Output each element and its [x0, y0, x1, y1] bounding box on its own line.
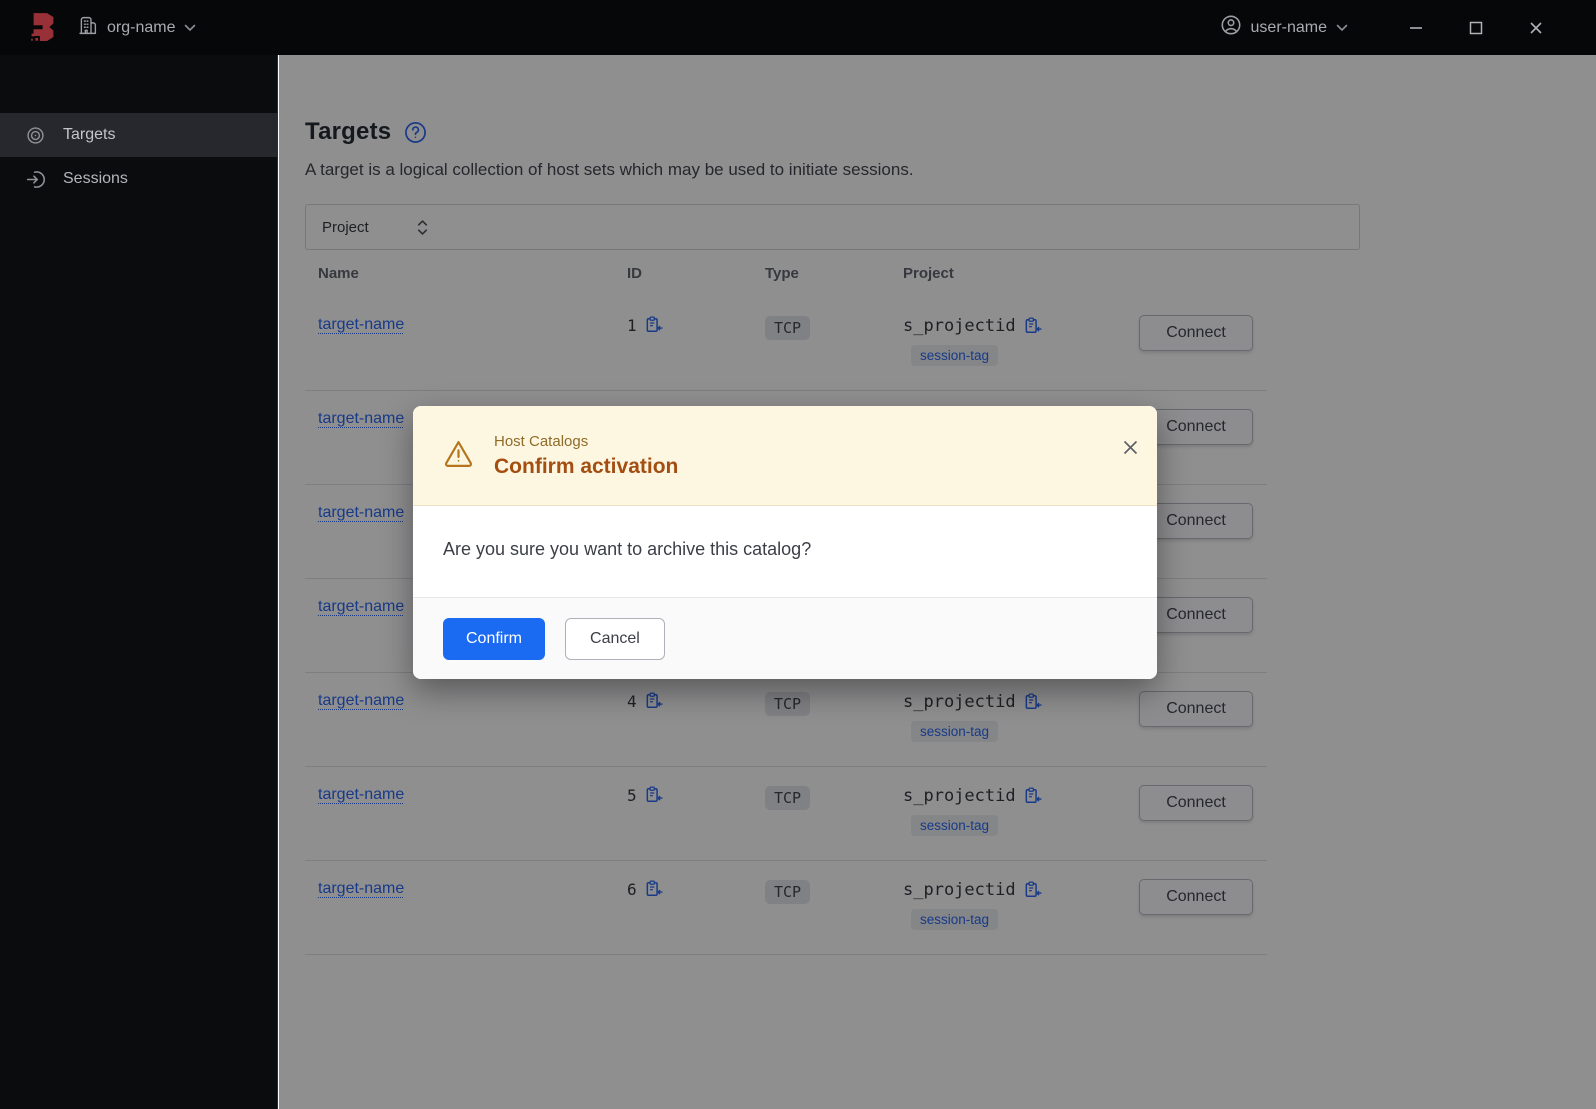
modal-tagline: Host Catalogs [494, 432, 589, 450]
confirm-modal: Host Catalogs Confirm activation Are you… [413, 406, 1157, 679]
topbar: org-name user-name [0, 0, 1596, 55]
modal-header: Host Catalogs Confirm activation [413, 406, 1157, 506]
target-bullseye-icon [25, 125, 46, 146]
window-minimize-button[interactable] [1386, 8, 1446, 48]
org-name-label: org-name [107, 18, 176, 36]
user-icon [1220, 14, 1242, 41]
modal-body-text: Are you sure you want to archive this ca… [413, 506, 1157, 597]
user-menu[interactable]: user-name [1220, 14, 1348, 41]
sidebar-item-targets[interactable]: Targets [0, 113, 277, 157]
org-switcher[interactable]: org-name [77, 15, 196, 41]
chevron-down-icon [1336, 24, 1348, 32]
boundary-logo [30, 12, 57, 43]
sidebar-item-sessions[interactable]: Sessions [0, 157, 277, 201]
modal-footer: Confirm Cancel [413, 597, 1157, 679]
window-maximize-button[interactable] [1446, 8, 1506, 48]
confirm-button[interactable]: Confirm [443, 618, 546, 660]
close-icon[interactable] [1117, 434, 1143, 460]
warning-triangle-icon [443, 438, 474, 474]
org-building-icon [77, 15, 98, 41]
sidebar: Targets Sessions [0, 55, 278, 1109]
cancel-button[interactable]: Cancel [565, 618, 665, 660]
chevron-down-icon [184, 24, 196, 32]
user-name-label: user-name [1250, 18, 1327, 36]
sidebar-item-label: Sessions [63, 170, 128, 187]
modal-title: Confirm activation [494, 454, 679, 478]
sidebar-item-label: Targets [63, 126, 116, 143]
window-close-button[interactable] [1506, 8, 1566, 48]
sign-in-icon [25, 169, 46, 190]
